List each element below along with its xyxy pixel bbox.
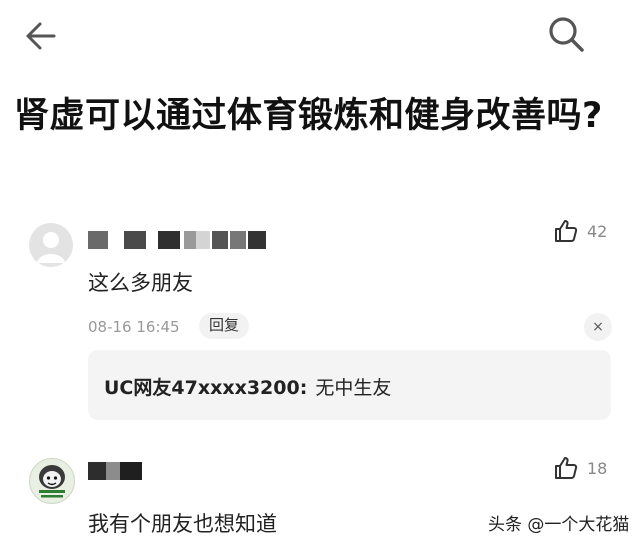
like-button[interactable]: 42: [553, 217, 623, 245]
reply-preview[interactable]: UC网友47xxxx3200: 无中生友: [88, 350, 611, 420]
close-icon: ×: [592, 319, 604, 335]
like-count: 42: [587, 221, 608, 241]
search-icon: [549, 17, 584, 52]
back-button[interactable]: [20, 18, 60, 54]
comment-item: 42 这么多朋友 08-16 16:45 回复 × UC网友47xxxx3200…: [0, 215, 640, 430]
username-redacted[interactable]: [88, 231, 268, 249]
reply-button[interactable]: 回复: [199, 313, 250, 339]
like-count: 18: [587, 458, 608, 478]
avatar[interactable]: [29, 223, 73, 267]
comment-text: 这么多朋友: [88, 271, 193, 295]
meme-avatar-icon: [39, 465, 65, 498]
like-button[interactable]: 18: [553, 454, 623, 482]
watermark: 头条 @一个大花猫: [488, 515, 630, 535]
thumbs-up-icon: [555, 220, 578, 242]
avatar[interactable]: [29, 458, 75, 504]
reply-username[interactable]: UC网友47xxxx3200: [104, 377, 300, 399]
default-avatar-icon: [37, 232, 65, 263]
comment-text: 我有个朋友也想知道: [88, 512, 277, 536]
thumbs-up-icon: [555, 457, 578, 479]
reply-text: 无中生友: [315, 377, 392, 399]
reply-separator: :: [299, 377, 308, 399]
reply-line: UC网友47xxxx3200: 无中生友: [104, 373, 391, 400]
arrow-left-icon: [26, 22, 56, 50]
question-title: 肾虚可以通过体育锻炼和健身改善吗?: [14, 96, 603, 136]
close-button[interactable]: ×: [584, 313, 612, 341]
username-redacted[interactable]: [88, 462, 148, 480]
comment-time: 08-16 16:45: [88, 318, 180, 336]
search-button[interactable]: [546, 14, 586, 54]
